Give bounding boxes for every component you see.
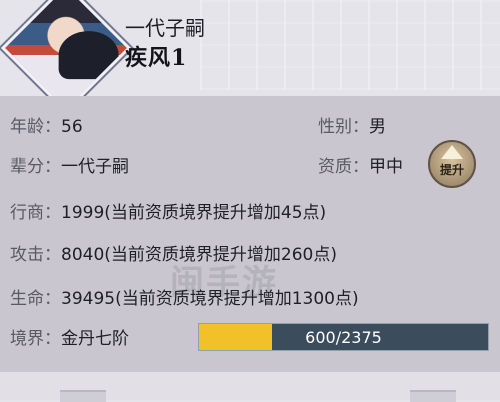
gender-label: 性别： — [318, 117, 369, 137]
commerce-value: 1999(当前资质境界提升增加45点) — [61, 203, 327, 223]
age-label: 年龄： — [10, 117, 61, 137]
aptitude-value: 甲中 — [369, 157, 403, 177]
character-title: 一代子嗣 — [125, 16, 205, 40]
generation-row: 辈分：一代子嗣 — [10, 152, 129, 177]
generation-value: 一代子嗣 — [61, 157, 129, 177]
age-value: 56 — [61, 117, 83, 137]
character-name: 疾风1 — [125, 45, 188, 71]
realm-progress-bar: 600/2375 — [198, 323, 489, 351]
upgrade-button[interactable]: 提升 — [428, 140, 476, 188]
age-row: 年龄：56 — [10, 112, 83, 137]
footer-button-right[interactable] — [410, 390, 456, 402]
realm-label: 境界： — [10, 329, 61, 349]
generation-label: 辈分： — [10, 157, 61, 177]
realm-value: 金丹七阶 — [61, 329, 129, 349]
hp-label: 生命： — [10, 289, 61, 309]
hp-value: 39495(当前资质境界提升增加1300点) — [61, 289, 359, 309]
gender-row: 性别：男 — [318, 112, 386, 137]
hp-row: 生命：39495(当前资质境界提升增加1300点) — [10, 284, 359, 309]
aptitude-row: 资质：甲中 — [318, 152, 403, 177]
realm-progress-text: 600/2375 — [305, 327, 382, 347]
up-arrow-icon — [441, 144, 463, 159]
upgrade-label: 提升 — [439, 162, 464, 177]
aptitude-label: 资质： — [318, 157, 369, 177]
portrait-hair — [58, 31, 119, 80]
footer-button-left[interactable] — [60, 390, 106, 402]
commerce-label: 行商： — [10, 203, 61, 223]
realm-row: 境界：金丹七阶 — [10, 324, 129, 349]
commerce-row: 行商：1999(当前资质境界提升增加45点) — [10, 198, 326, 223]
gender-value: 男 — [369, 117, 386, 137]
attack-label: 攻击： — [10, 245, 61, 265]
character-header: 一代子嗣 疾风1 — [0, 0, 500, 114]
